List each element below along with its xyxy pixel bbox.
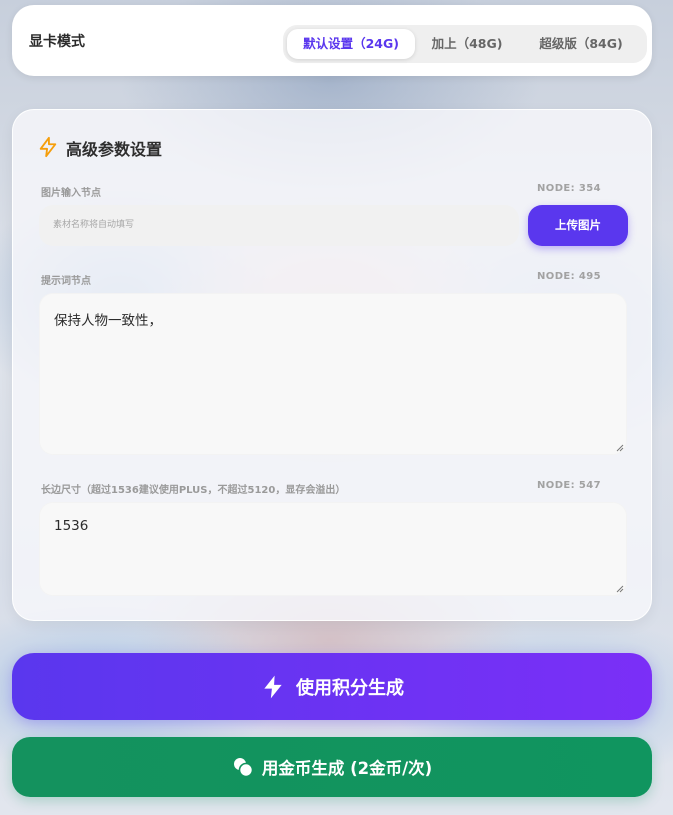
moon-icon bbox=[612, 274, 617, 282]
long-edge-node-id: NODE: 547 bbox=[537, 480, 601, 491]
generate-with-coins-button[interactable]: 用金币生成 (2金币/次) bbox=[12, 737, 652, 797]
advanced-settings-card: 高级参数设置 图片输入节点 NODE: 354 素材名称将自动填写 上传图片 提… bbox=[12, 109, 652, 621]
generate-with-points-button[interactable]: 使用积分生成 bbox=[12, 653, 652, 720]
generate-with-points-label: 使用积分生成 bbox=[296, 677, 404, 699]
moon-icon bbox=[612, 483, 617, 491]
prompt-node-id: NODE: 495 bbox=[537, 271, 601, 282]
generate-with-coins-label: 用金币生成 (2金币/次) bbox=[261, 759, 433, 778]
material-name-input[interactable]: 素材名称将自动填写 bbox=[39, 205, 519, 246]
moon-icon bbox=[612, 186, 617, 194]
generate-with-points-content: 使用积分生成 bbox=[12, 653, 652, 720]
gpu-mode-selector: 默认设置（24G) 加上（48G) 超级版（84G) bbox=[283, 25, 647, 63]
advanced-settings-title: 高级参数设置 bbox=[66, 140, 163, 159]
image-input-node-id: NODE: 354 bbox=[537, 183, 601, 194]
long-edge-label: 长边尺寸（超过1536建议使用PLUS，不超过5120，显存会溢出） bbox=[41, 485, 346, 496]
gpu-mode-card: 显卡模式 默认设置（24G) 加上（48G) 超级版（84G) bbox=[12, 5, 652, 76]
long-edge-textarea[interactable]: 1536 bbox=[39, 502, 627, 596]
gpu-mode-option-default[interactable]: 默认设置（24G) bbox=[287, 29, 415, 59]
coins-icon bbox=[233, 758, 254, 778]
generate-with-coins-content: 用金币生成 (2金币/次) bbox=[12, 737, 652, 797]
prompt-node-label: 提示词节点 bbox=[41, 276, 91, 287]
resize-grip-icon[interactable] bbox=[616, 444, 624, 452]
gpu-mode-option-ultra[interactable]: 超级版（84G) bbox=[521, 29, 641, 59]
image-input-label: 图片输入节点 bbox=[41, 188, 101, 199]
prompt-text: 保持人物一致性， bbox=[54, 313, 162, 329]
long-edge-value: 1536 bbox=[54, 518, 89, 534]
gpu-mode-option-plus[interactable]: 加上（48G) bbox=[419, 29, 515, 59]
prompt-textarea[interactable]: 保持人物一致性， bbox=[39, 293, 627, 455]
gpu-mode-label: 显卡模式 bbox=[29, 34, 85, 50]
upload-image-button[interactable]: 上传图片 bbox=[528, 205, 628, 246]
lightning-icon bbox=[264, 675, 282, 698]
resize-grip-icon[interactable] bbox=[616, 585, 624, 593]
lightning-icon bbox=[39, 136, 57, 158]
